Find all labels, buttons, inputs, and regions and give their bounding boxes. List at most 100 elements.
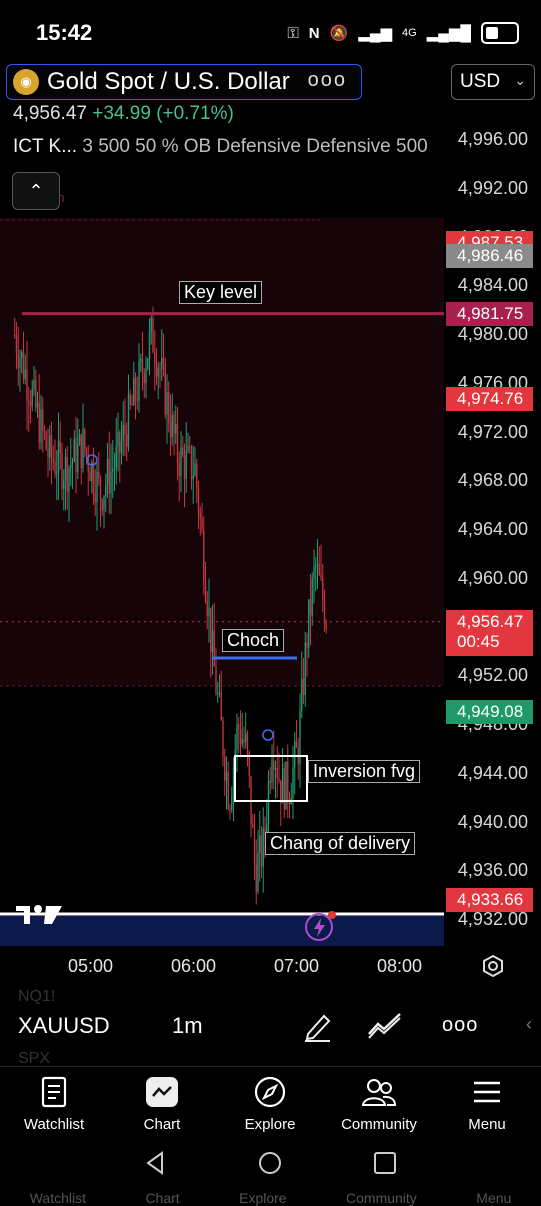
candle-body	[133, 377, 135, 405]
candle-body	[271, 760, 273, 783]
indicators-icon[interactable]	[366, 1010, 404, 1040]
candle-body	[190, 446, 193, 480]
candle-body	[203, 530, 205, 581]
nav-community[interactable]: Community	[334, 1074, 424, 1133]
candle-body	[59, 440, 61, 453]
candle-body	[75, 438, 77, 473]
candle-body	[185, 450, 187, 480]
candle-body	[70, 464, 72, 469]
candle-body	[45, 433, 47, 450]
candle-body	[115, 446, 117, 468]
time-label: 05:00	[68, 956, 114, 976]
chart-settings-icon[interactable]	[481, 954, 505, 978]
nav-watchlist[interactable]: Watchlist	[9, 1074, 99, 1133]
candle-body	[281, 767, 284, 804]
candle-body	[199, 513, 201, 518]
candle-body	[145, 368, 147, 384]
candle-body	[28, 400, 30, 404]
candle-body	[40, 409, 42, 443]
candle-body	[63, 481, 65, 490]
candle-body	[21, 352, 23, 358]
candle-body	[183, 454, 186, 480]
candle-body	[245, 733, 247, 743]
candle-body	[260, 835, 263, 867]
candle-body	[112, 469, 114, 472]
candle-body	[57, 440, 60, 474]
candle-body	[323, 600, 326, 625]
time-label: 07:00	[274, 956, 320, 976]
candle-body	[38, 402, 40, 443]
chart-icon	[146, 1077, 178, 1107]
system-recents-icon[interactable]	[372, 1150, 398, 1176]
candle-body	[215, 666, 217, 694]
candle-body	[301, 678, 303, 712]
nav-menu[interactable]: Menu	[442, 1074, 532, 1133]
candle-body	[161, 358, 163, 370]
candle-body	[47, 449, 49, 458]
system-back-icon[interactable]	[142, 1150, 168, 1176]
candle-body	[106, 458, 109, 486]
candle-body	[117, 432, 119, 447]
nav-label: Chart	[143, 1116, 181, 1133]
candle-body	[318, 564, 320, 575]
divider	[0, 1066, 541, 1067]
candle-body	[42, 409, 44, 430]
candle-body	[50, 435, 53, 459]
community-icon	[361, 1079, 397, 1106]
candle-body	[22, 352, 25, 379]
candle-body	[78, 434, 81, 445]
candle-body	[141, 359, 144, 374]
candle-body	[157, 368, 159, 377]
candle-body	[231, 796, 233, 810]
price-axis-label: 4,964.00	[457, 519, 528, 539]
candle-body	[52, 458, 54, 463]
candle-body	[259, 835, 261, 854]
candle-body	[262, 828, 264, 867]
candle-body	[220, 692, 222, 721]
price-tag: 4,956.47 00:45	[446, 609, 533, 656]
candle-body	[136, 399, 138, 401]
inversion-fvg-box	[234, 755, 308, 802]
candle-body	[105, 485, 107, 496]
candle-body	[94, 492, 96, 503]
chevron-left-icon[interactable]: ‹	[526, 1014, 532, 1035]
candle-body	[35, 379, 37, 408]
nav-chart[interactable]: Chart	[117, 1074, 207, 1133]
candle-body	[138, 361, 140, 401]
ticker-button[interactable]: XAUUSD	[18, 1013, 110, 1039]
candle-body	[73, 438, 75, 462]
candle-body	[19, 357, 21, 368]
candle-body	[33, 379, 35, 389]
candle-body	[162, 358, 165, 364]
candle-body	[126, 433, 128, 447]
drawing-pen-icon[interactable]	[302, 1010, 332, 1042]
flash-icon[interactable]	[303, 910, 337, 944]
nav-label: Watchlist	[23, 1116, 85, 1133]
toolbar-more-button[interactable]: ooo	[442, 1014, 478, 1037]
time-label: 08:00	[377, 956, 423, 976]
timeframe-button[interactable]: 1m	[172, 1013, 203, 1039]
candle-body	[197, 488, 200, 514]
candle-body	[227, 772, 229, 809]
candle-body	[66, 456, 68, 492]
candle-body	[211, 630, 214, 653]
system-home-icon[interactable]	[257, 1150, 283, 1176]
candle-body	[43, 429, 46, 434]
candle-body	[80, 434, 82, 469]
candle-body	[169, 422, 172, 438]
price-axis-label: 4,944.00	[457, 762, 528, 783]
candle-body	[92, 462, 95, 493]
candle-body	[54, 462, 56, 474]
nav-explore[interactable]: Explore	[225, 1074, 315, 1133]
candle-body	[274, 767, 277, 770]
candle-body	[178, 463, 180, 477]
candle-body	[129, 394, 131, 404]
candle-body	[24, 369, 26, 379]
price-axis-label: 4,972.00	[457, 421, 528, 442]
candle-body	[134, 377, 137, 400]
nav-label: Community	[341, 1116, 417, 1133]
candle-body	[225, 772, 228, 781]
nav-label: Menu	[468, 1116, 506, 1133]
candle-body	[131, 403, 133, 405]
candle-body	[222, 720, 224, 757]
